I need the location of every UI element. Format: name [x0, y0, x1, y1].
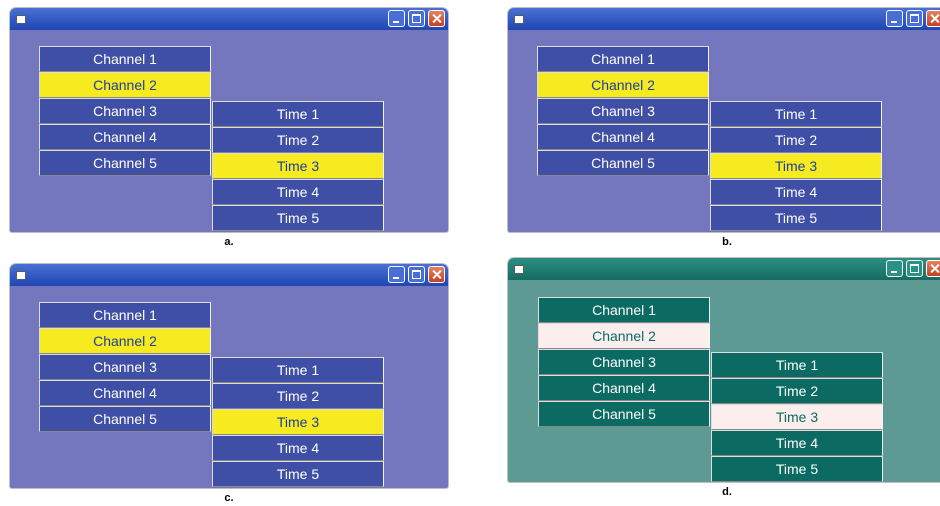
- title-bar[interactable]: [508, 258, 940, 280]
- time-item[interactable]: Time 5: [711, 456, 883, 482]
- time-item[interactable]: Time 3: [212, 409, 384, 435]
- channel-item[interactable]: Channel 1: [39, 46, 211, 72]
- time-item[interactable]: Time 4: [710, 179, 882, 205]
- close-button[interactable]: [428, 10, 445, 27]
- minimize-button[interactable]: [388, 266, 405, 283]
- channel-item[interactable]: Channel 5: [39, 150, 211, 176]
- maximize-button[interactable]: [408, 266, 425, 283]
- time-item[interactable]: Time 3: [710, 153, 882, 179]
- channel-item[interactable]: Channel 3: [39, 98, 211, 124]
- maximize-button[interactable]: [906, 260, 923, 277]
- time-item[interactable]: Time 2: [212, 127, 384, 153]
- time-item[interactable]: Time 2: [711, 378, 883, 404]
- window-menu-icon[interactable]: [514, 15, 524, 24]
- window-menu-icon[interactable]: [16, 271, 26, 280]
- channel-item[interactable]: Channel 3: [537, 98, 709, 124]
- app-window: Channel 1 Channel 2 Channel 3 Channel 4 …: [508, 258, 940, 482]
- app-window: Channel 1 Channel 2 Channel 3 Channel 4 …: [10, 8, 448, 232]
- title-bar[interactable]: [10, 8, 448, 30]
- close-button[interactable]: [428, 266, 445, 283]
- window-client-area: Channel 1 Channel 2 Channel 3 Channel 4 …: [511, 30, 940, 232]
- time-item[interactable]: Time 1: [711, 352, 883, 378]
- channel-item[interactable]: Channel 5: [538, 401, 710, 427]
- channel-item[interactable]: Channel 2: [39, 72, 211, 98]
- close-button[interactable]: [926, 260, 940, 277]
- time-item[interactable]: Time 5: [212, 461, 384, 487]
- window-client-area: Channel 1 Channel 2 Channel 3 Channel 4 …: [13, 286, 445, 488]
- channel-item[interactable]: Channel 1: [538, 297, 710, 323]
- time-item[interactable]: Time 4: [711, 430, 883, 456]
- maximize-button[interactable]: [408, 10, 425, 27]
- time-item[interactable]: Time 3: [711, 404, 883, 430]
- time-item[interactable]: Time 2: [212, 383, 384, 409]
- panel-caption: b.: [722, 236, 732, 248]
- window-menu-icon[interactable]: [16, 15, 26, 24]
- channel-item[interactable]: Channel 4: [537, 124, 709, 150]
- title-bar[interactable]: [10, 264, 448, 286]
- panel-caption: d.: [722, 486, 732, 498]
- channel-item[interactable]: Channel 2: [537, 72, 709, 98]
- channel-item[interactable]: Channel 4: [39, 380, 211, 406]
- panel-caption: a.: [224, 236, 234, 248]
- minimize-button[interactable]: [388, 10, 405, 27]
- panel-caption: c.: [224, 492, 234, 504]
- window-client-area: Channel 1 Channel 2 Channel 3 Channel 4 …: [511, 280, 940, 482]
- title-bar[interactable]: [508, 8, 940, 30]
- app-window: Channel 1 Channel 2 Channel 3 Channel 4 …: [508, 8, 940, 232]
- window-menu-icon[interactable]: [514, 265, 524, 274]
- minimize-button[interactable]: [886, 260, 903, 277]
- channel-item[interactable]: Channel 5: [537, 150, 709, 176]
- time-item[interactable]: Time 4: [212, 179, 384, 205]
- time-item[interactable]: Time 2: [710, 127, 882, 153]
- channel-item[interactable]: Channel 2: [39, 328, 211, 354]
- time-item[interactable]: Time 5: [710, 205, 882, 231]
- channel-item[interactable]: Channel 3: [39, 354, 211, 380]
- time-item[interactable]: Time 1: [212, 101, 384, 127]
- channel-item[interactable]: Channel 1: [39, 302, 211, 328]
- close-button[interactable]: [926, 10, 940, 27]
- time-item[interactable]: Time 1: [212, 357, 384, 383]
- time-item[interactable]: Time 1: [710, 101, 882, 127]
- time-item[interactable]: Time 5: [212, 205, 384, 231]
- window-client-area: Channel 1 Channel 2 Channel 3 Channel 4 …: [13, 30, 445, 232]
- time-item[interactable]: Time 3: [212, 153, 384, 179]
- channel-item[interactable]: Channel 5: [39, 406, 211, 432]
- time-item[interactable]: Time 4: [212, 435, 384, 461]
- channel-item[interactable]: Channel 4: [39, 124, 211, 150]
- channel-item[interactable]: Channel 2: [538, 323, 710, 349]
- app-window: Channel 1 Channel 2 Channel 3 Channel 4 …: [10, 264, 448, 488]
- channel-item[interactable]: Channel 4: [538, 375, 710, 401]
- channel-item[interactable]: Channel 3: [538, 349, 710, 375]
- minimize-button[interactable]: [886, 10, 903, 27]
- maximize-button[interactable]: [906, 10, 923, 27]
- channel-item[interactable]: Channel 1: [537, 46, 709, 72]
